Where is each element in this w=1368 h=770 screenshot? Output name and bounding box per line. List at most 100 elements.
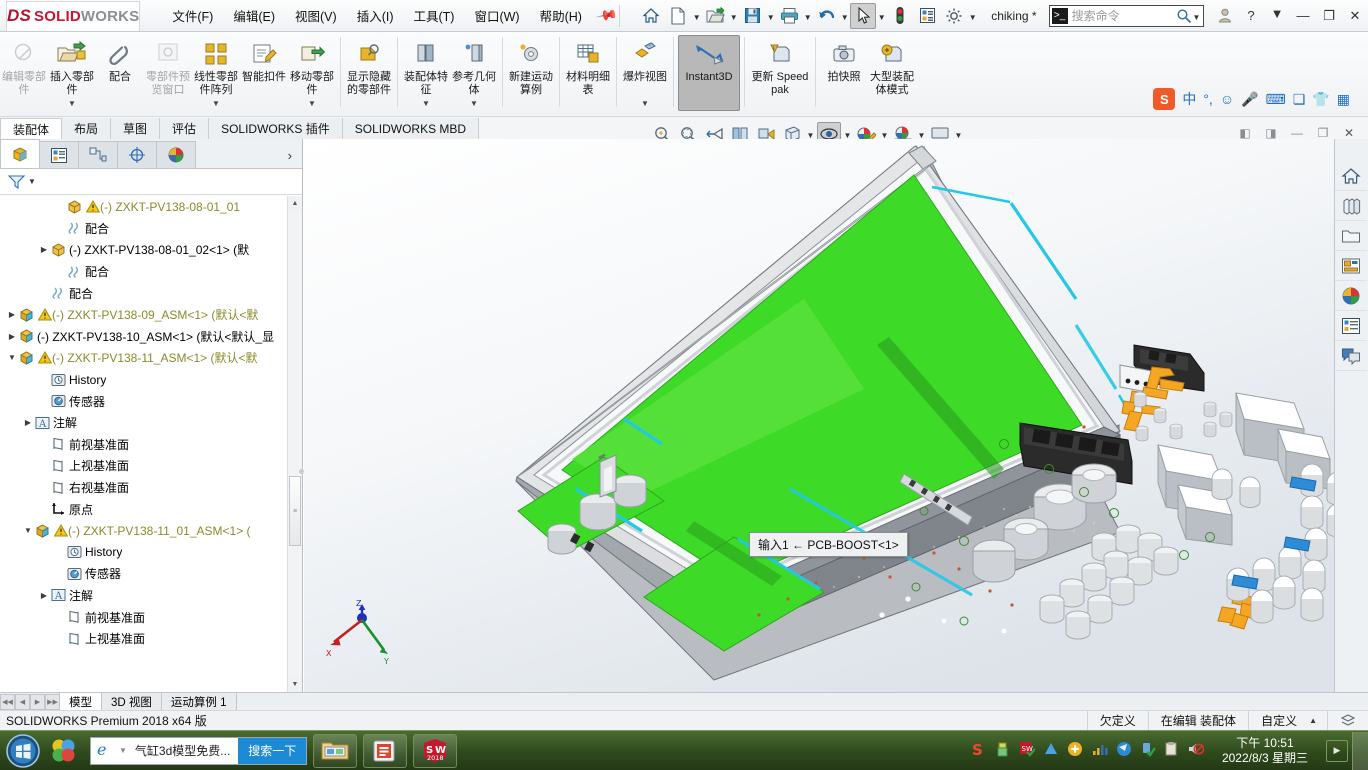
menu-help[interactable]: 帮助(H) — [530, 2, 592, 29]
tree-item[interactable]: 上视基准面 — [0, 455, 302, 477]
gear-caret[interactable]: ▼ — [968, 5, 977, 27]
search-input[interactable]: 搜索命令 — [1072, 7, 1176, 24]
shield-check-icon[interactable] — [1140, 741, 1156, 760]
ribbon-reference-geometry[interactable]: 参考几何体 ▼ — [450, 35, 498, 111]
prev-tab-button[interactable]: ◀ — [15, 693, 30, 710]
tree-scrollbar[interactable]: ▲ ≡ ▼ — [287, 196, 302, 692]
ribbon-component-preview[interactable]: 零部件预览窗口 — [144, 35, 192, 111]
tree-item[interactable]: ▼ (-) ZXKT-PV138-11_01_ASM<1> ( — [0, 520, 302, 542]
open-folder-icon[interactable] — [702, 3, 728, 29]
ribbon-linear-pattern[interactable]: 线性零部件阵列 ▼ — [192, 35, 240, 111]
ie-search-button[interactable]: 搜索一下 — [238, 737, 307, 764]
skin-icon[interactable]: 👕 — [1312, 91, 1329, 108]
tree-item[interactable]: ▶ A 注解 — [0, 412, 302, 434]
tree-item[interactable]: 传感器 — [0, 390, 302, 412]
ribbon-reference-geometry-caret[interactable]: ▼ — [470, 99, 478, 110]
home-resources-icon[interactable] — [1335, 161, 1367, 191]
ribbon-assembly-feature[interactable]: 装配体特征 ▼ — [402, 35, 450, 111]
bottom-tab-motion-study[interactable]: 运动算例 1 — [160, 693, 237, 710]
next-tab-button[interactable]: ▶ — [30, 693, 45, 710]
status-caret[interactable]: ▲ — [1309, 716, 1327, 725]
clipboard-icon[interactable] — [1164, 741, 1179, 760]
menu-tools[interactable]: 工具(T) — [404, 2, 465, 29]
tree-item[interactable]: 前视基准面 — [0, 606, 302, 628]
tree-item[interactable]: 传感器 — [0, 563, 302, 585]
menu-insert[interactable]: 插入(I) — [347, 2, 404, 29]
ribbon-smart-fastener[interactable]: 智能扣件 — [240, 35, 288, 111]
update-icon[interactable] — [1067, 741, 1083, 760]
filter-funnel-icon[interactable] — [8, 174, 26, 190]
tree-item[interactable]: (-) ZXKT-PV138-08-01_01 — [0, 196, 302, 218]
last-tab-button[interactable]: ▶▶ — [45, 693, 60, 710]
screenshot-icon[interactable]: ❏ — [1293, 91, 1306, 108]
search-caret[interactable]: ▼ — [1192, 5, 1201, 27]
tree-item[interactable]: 上视基准面 — [0, 628, 302, 650]
property-manager-tab[interactable] — [39, 141, 79, 168]
sogou-icon[interactable]: S — [970, 741, 987, 761]
ribbon-snapshot[interactable]: 拍快照 — [820, 35, 868, 111]
help-icon[interactable]: ? — [1238, 4, 1264, 28]
ie-search-taskbar-item[interactable]: e ▼ 气缸3d模型免费... 搜索一下 — [90, 736, 308, 765]
taskbar-clock[interactable]: 下午 10:51 2022/8/3 星期三 — [1212, 736, 1318, 766]
tab-evaluate[interactable]: 评估 — [160, 118, 210, 139]
panel-expand-arrow[interactable]: › — [288, 148, 302, 168]
undo-icon[interactable] — [813, 3, 839, 29]
tree-expand-twisty[interactable]: ▶ — [38, 244, 50, 256]
media-center-icon[interactable] — [46, 733, 82, 769]
tree-collapse-twisty[interactable]: ▼ — [22, 525, 34, 537]
ribbon-mate[interactable]: 配合 — [96, 35, 144, 111]
ribbon-assembly-feature-caret[interactable]: ▼ — [422, 99, 430, 110]
display-manager-tab[interactable] — [156, 141, 196, 168]
ribbon-update-speedpak[interactable]: ! 更新 Speedpak — [749, 35, 811, 111]
print-caret[interactable]: ▼ — [803, 5, 812, 27]
tree-expand-twisty[interactable]: ▶ — [22, 417, 34, 429]
microphone-icon[interactable]: 🎤 — [1241, 91, 1258, 108]
toolbox-icon[interactable]: ▦ — [1337, 91, 1350, 108]
bottom-tab-3dviews[interactable]: 3D 视图 — [101, 693, 162, 710]
tree-item[interactable]: ▶ A 注解 — [0, 585, 302, 607]
search-icon[interactable] — [1176, 8, 1192, 24]
tree-item[interactable]: ▼ (-) ZXKT-PV138-11_ASM<1> (默认<默 — [0, 347, 302, 369]
punctuation-icon[interactable]: °, — [1203, 91, 1213, 107]
show-hidden-tray-icon[interactable]: ▶ — [1326, 739, 1348, 762]
undo-caret[interactable]: ▼ — [840, 5, 849, 27]
taskbar-file-explorer[interactable] — [313, 733, 358, 768]
tab-sketch[interactable]: 草图 — [111, 118, 161, 139]
open-caret[interactable]: ▼ — [729, 5, 738, 27]
tree-item[interactable]: 配合 — [0, 282, 302, 304]
blue-globe-icon[interactable] — [1116, 741, 1132, 760]
assembly-model-3d[interactable] — [304, 139, 1334, 692]
tree-item[interactable]: ▶ (-) ZXKT-PV138-08-01_02<1> (默 — [0, 239, 302, 261]
ribbon-new-motion-study[interactable]: 新建运动算例 — [507, 35, 555, 111]
help-caret[interactable]: ▼ — [1264, 4, 1290, 28]
tree-item[interactable]: History — [0, 369, 302, 391]
save-icon[interactable] — [739, 3, 765, 29]
tree-item[interactable]: ▶ (-) ZXKT-PV138-09_ASM<1> (默认<默 — [0, 304, 302, 326]
tree-item[interactable]: 配合 — [0, 261, 302, 283]
usb-icon[interactable] — [995, 741, 1010, 761]
network-monitor-icon[interactable] — [1091, 741, 1108, 760]
user-account-label[interactable]: chiking * — [991, 9, 1036, 23]
show-desktop-button[interactable] — [1352, 731, 1368, 770]
keyboard-icon[interactable]: ⌨ — [1266, 91, 1286, 108]
overlay-icon[interactable] — [1327, 710, 1368, 731]
tree-scroll-down-arrow[interactable]: ▼ — [288, 677, 302, 692]
home-icon[interactable] — [638, 3, 664, 29]
ribbon-instant3d[interactable]: Instant3D — [678, 35, 740, 111]
ribbon-show-hidden[interactable]: 显示隐藏的零部件 — [345, 35, 393, 111]
feature-manager-tab[interactable] — [0, 139, 40, 168]
tree-item[interactable]: History — [0, 542, 302, 564]
design-library-icon[interactable] — [1335, 191, 1367, 221]
ribbon-move-component-caret[interactable]: ▼ — [308, 99, 316, 110]
tree-item[interactable]: 原点 — [0, 498, 302, 520]
options-list-icon[interactable] — [914, 3, 940, 29]
minimize-button[interactable]: — — [1290, 4, 1316, 28]
solidworks-forum-icon[interactable] — [1335, 341, 1367, 371]
ribbon-insert-component-caret[interactable]: ▼ — [68, 99, 76, 110]
tree-expand-twisty[interactable]: ▶ — [38, 589, 50, 601]
tree-item[interactable]: 右视基准面 — [0, 477, 302, 499]
filter-caret[interactable]: ▼ — [28, 177, 36, 186]
tree-item[interactable]: ▶ (-) ZXKT-PV138-10_ASM<1> (默认<默认_显 — [0, 326, 302, 348]
search-command-box[interactable]: >_ 搜索命令 ▼ — [1048, 4, 1204, 27]
menu-window[interactable]: 窗口(W) — [464, 2, 529, 29]
